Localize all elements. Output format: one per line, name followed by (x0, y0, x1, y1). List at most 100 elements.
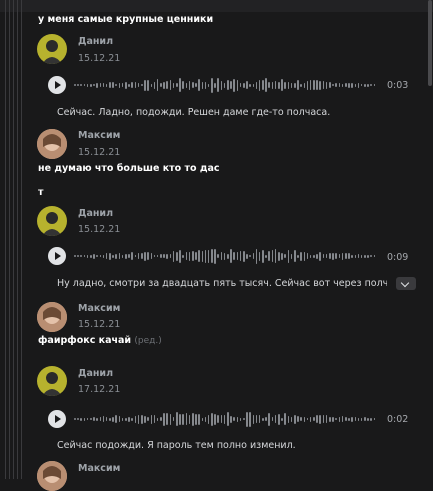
avatar-maksim[interactable] (37, 129, 67, 159)
avatar-maksim[interactable] (37, 302, 67, 332)
waveform-bar (354, 417, 357, 421)
waveform-bar (77, 84, 79, 86)
waveform-bar (211, 77, 213, 93)
chevron-down-icon[interactable] (396, 277, 416, 290)
waveform-bar (233, 252, 235, 260)
waveform-bar (227, 80, 229, 90)
waveform-bar (319, 414, 322, 424)
waveform-bar (338, 83, 341, 87)
sender-name[interactable]: Максим (78, 463, 120, 474)
sender-name[interactable]: Данил (78, 208, 113, 219)
waveform-bar (268, 412, 271, 426)
scrollbar[interactable] (425, 0, 433, 479)
waveform-bar (370, 255, 373, 257)
waveform-bar (220, 80, 223, 90)
waveform-bar (242, 418, 245, 420)
waveform-bar (329, 416, 331, 422)
waveform-bar (77, 255, 79, 257)
waveform-bar (223, 252, 226, 260)
waveform-bar (83, 255, 86, 257)
waveform-bar (137, 414, 140, 424)
voice-waveform[interactable] (74, 409, 377, 429)
waveform-bar (341, 252, 344, 260)
waveform-bar (290, 82, 293, 88)
waveform-bar (287, 81, 290, 89)
waveform-bar (99, 83, 102, 87)
waveform-bar (262, 80, 264, 90)
avatar-maksim[interactable] (37, 461, 67, 491)
waveform-bar (128, 254, 130, 258)
waveform-bar (163, 254, 165, 258)
waveform-bar (115, 253, 118, 259)
edited-marker: (ред.) (134, 336, 162, 346)
waveform-bar (172, 82, 175, 88)
waveform-bar (306, 418, 309, 420)
waveform-bar (179, 413, 181, 425)
waveform-bar (172, 250, 175, 262)
sender-name[interactable]: Данил (78, 368, 113, 379)
waveform-bar (370, 417, 373, 421)
waveform-bar (144, 251, 146, 261)
waveform-bar (341, 416, 344, 422)
waveform-bar (220, 415, 223, 423)
waveform-bar (367, 83, 369, 87)
waveform-bar (242, 250, 245, 262)
waveform-bar (217, 254, 220, 258)
waveform-bar (268, 251, 271, 261)
voice-waveform[interactable] (74, 246, 377, 266)
play-icon[interactable] (48, 76, 66, 94)
waveform-bar (118, 82, 121, 88)
waveform-bar (265, 254, 267, 258)
waveform-bar (220, 252, 223, 260)
waveform-bar (255, 415, 258, 423)
sender-name[interactable]: Максим (78, 303, 120, 314)
waveform-bar (351, 416, 353, 422)
waveform-bar (344, 253, 347, 259)
waveform-bar (150, 253, 153, 259)
message-text: т (38, 187, 44, 198)
waveform-bar (249, 255, 251, 257)
waveform-bar (319, 251, 322, 261)
avatar-danil[interactable] (37, 206, 67, 236)
avatar-danil[interactable] (37, 366, 67, 396)
waveform-bar (214, 82, 216, 88)
scrollbar-thumb[interactable] (428, 0, 432, 86)
voice-transcript: Сейчас подожди. Я пароль тем полно измен… (57, 440, 296, 451)
waveform-bar (239, 83, 242, 87)
waveform-bar (166, 81, 169, 89)
waveform-bar (297, 416, 299, 422)
waveform-bar (176, 83, 178, 87)
waveform-bar (185, 252, 188, 260)
waveform-bar (223, 414, 226, 424)
waveform-bar (211, 249, 213, 263)
sender-name[interactable]: Данил (78, 36, 113, 47)
waveform-bar (233, 78, 235, 92)
avatar-danil[interactable] (37, 34, 67, 64)
message-date: 17.12.21 (78, 384, 121, 395)
waveform-bar (191, 251, 194, 261)
waveform-bar (153, 81, 156, 89)
message-text: у меня самые крупные ценники (38, 14, 214, 25)
play-icon[interactable] (48, 410, 66, 428)
waveform-bar (89, 83, 92, 87)
waveform-bar (153, 255, 156, 257)
waveform-bar (128, 83, 130, 87)
waveform-bar (249, 83, 251, 87)
waveform-bar (227, 412, 229, 426)
waveform-bar (93, 253, 95, 259)
waveform-bar (89, 254, 92, 258)
sender-name[interactable]: Максим (78, 130, 120, 141)
waveform-bar (182, 413, 184, 425)
waveform-bar (373, 255, 376, 257)
play-icon[interactable] (48, 247, 66, 265)
waveform-bar (325, 81, 328, 89)
waveform-bar (179, 78, 181, 92)
waveform-bar (150, 83, 153, 87)
waveform-bar (313, 254, 315, 258)
waveform-bar (360, 417, 363, 421)
waveform-bar (357, 417, 360, 421)
waveform-bar (217, 415, 220, 423)
waveform-bar (121, 83, 124, 87)
waveform-bar (351, 82, 353, 88)
voice-waveform[interactable] (74, 75, 377, 95)
